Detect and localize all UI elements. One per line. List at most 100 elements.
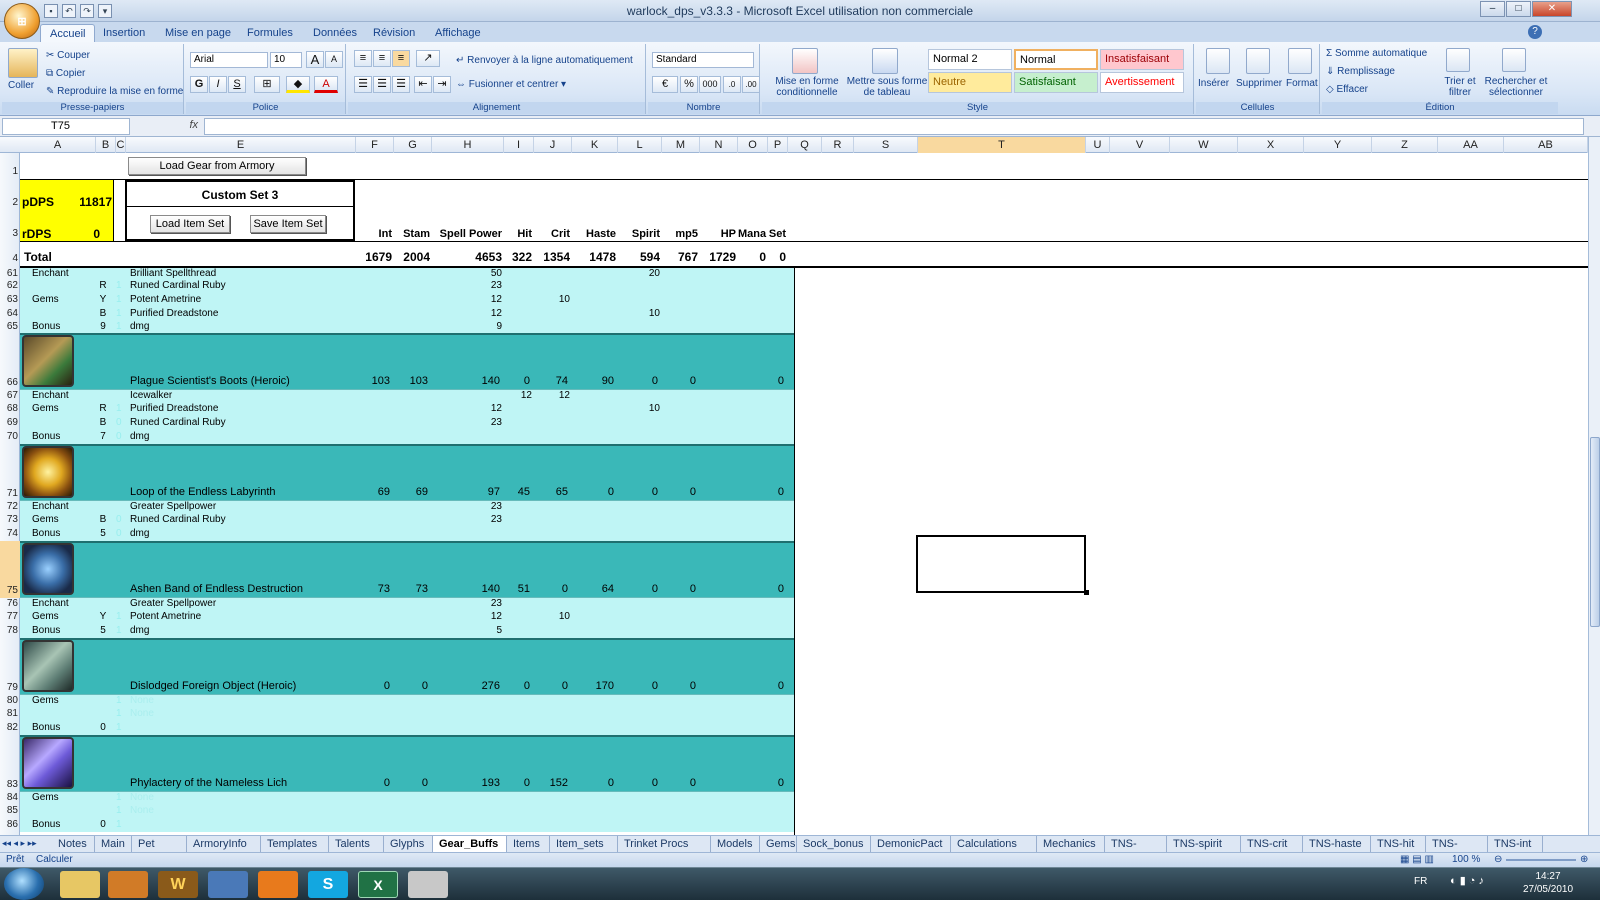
cell-e[interactable]: Runed Cardinal Ruby [130,280,354,291]
conditional-format-button[interactable]: Mise en forme conditionnelle [766,76,848,98]
cell-b[interactable]: Y [96,294,110,305]
cell-e[interactable]: Purified Dreadstone [130,403,354,414]
paste-button[interactable]: Coller [8,80,34,91]
cell-h[interactable]: 12 [436,308,502,319]
align-right-icon[interactable]: ☰ [392,76,410,93]
total-stam[interactable]: 2004 [394,250,430,264]
load-armory-button[interactable]: Load Gear from Armory [128,157,306,175]
cell-e[interactable]: dmg [130,528,354,539]
sheet-tab-gear-buffs[interactable]: Gear_Buffs [433,836,507,852]
cell-c[interactable]: 1 [116,321,122,332]
pdps-value[interactable]: 11817 [70,195,112,209]
status-calc[interactable]: Calculer [36,854,73,865]
total-crit[interactable]: 1354 [534,250,570,264]
item-stat-int[interactable]: 0 [356,777,390,789]
column-header-y[interactable]: Y [1304,137,1372,153]
column-header-c[interactable]: C [116,137,126,153]
cell-a[interactable]: Gems [24,695,94,706]
sort-filter-icon[interactable] [1446,48,1470,72]
tab-insertion[interactable]: Insertion [94,24,154,42]
sheet-tab-main[interactable]: Main [95,836,132,852]
format-cells-icon[interactable] [1288,48,1312,74]
style-normal-2[interactable]: Normal 2 [928,49,1012,70]
find-select-button[interactable]: Rechercher et sélectionner [1480,76,1552,98]
clock-date[interactable]: 27/05/2010 [1518,884,1578,895]
cell-a[interactable]: Bonus [24,321,94,332]
style-avertissement[interactable]: Avertissement [1100,72,1184,93]
cell-h[interactable]: 23 [436,501,502,512]
item-stat-hit[interactable]: 0 [504,777,530,789]
customize-icon[interactable]: ▾ [98,4,112,18]
undo-icon[interactable]: ↶ [62,4,76,18]
zoom-level[interactable]: 100 % [1452,854,1480,865]
cell-a[interactable]: Bonus [24,528,94,539]
grow-font-button[interactable]: A [306,51,324,68]
item-stat-int[interactable]: 103 [356,375,390,387]
boots-icon[interactable] [22,335,74,387]
column-header-x[interactable]: X [1238,137,1304,153]
cell-a[interactable]: Gems [24,294,94,305]
cell-b[interactable]: B [96,514,110,525]
sheet-tab-sock-bonus[interactable]: Sock_bonus [797,836,871,852]
cell-j[interactable]: 12 [538,390,570,401]
orientation-icon[interactable]: ↗ [416,50,440,67]
cell-e[interactable]: Potent Ametrine [130,611,354,622]
cell-h[interactable]: 9 [436,321,502,332]
column-header-p[interactable]: P [768,137,788,153]
cell-a[interactable]: Enchant [24,268,94,279]
cell-l[interactable]: 10 [622,403,660,414]
cell-c[interactable]: 1 [116,708,122,719]
item-stat-hit[interactable]: 45 [504,486,530,498]
column-header-z[interactable]: Z [1372,137,1438,153]
sheet-tab-tns-crit[interactable]: TNS-crit [1241,836,1303,852]
item-stat-stam[interactable]: 0 [394,680,428,692]
column-header-o[interactable]: O [738,137,768,153]
gamepad-icon[interactable] [208,871,248,898]
rdps-value[interactable]: 0 [70,227,100,241]
bold-button[interactable]: G [190,76,208,93]
cell-e[interactable]: Runed Cardinal Ruby [130,417,354,428]
item-stat-hit[interactable]: 0 [504,375,530,387]
item-stat-haste[interactable]: 90 [572,375,614,387]
column-header-a[interactable]: A [20,137,96,153]
cell-a[interactable]: Enchant [24,501,94,512]
sort-filter-button[interactable]: Trier et filtrer [1440,76,1480,98]
cell-b[interactable]: 0 [96,819,110,830]
fill-button[interactable]: ⇓ Remplissage [1326,66,1395,77]
item-stat-mp5[interactable]: 0 [662,486,696,498]
sheet-tab-gems[interactable]: Gems [760,836,797,852]
close-button[interactable]: ✕ [1532,1,1572,17]
zoom-slider[interactable] [1506,859,1576,861]
merge-center-button[interactable]: ⇔ Fusionner et centrer ▾ [456,79,566,90]
item-stat-haste[interactable]: 0 [572,486,614,498]
style-normal[interactable]: Normal [1014,49,1098,70]
cell-a[interactable]: Enchant [24,390,94,401]
item-stat-stam[interactable]: 103 [394,375,428,387]
item-stat-stam[interactable]: 0 [394,777,428,789]
item-stat-haste[interactable]: 170 [572,680,614,692]
item-stat-mp5[interactable]: 0 [662,583,696,595]
sheet-tab-calculations[interactable]: Calculations [951,836,1037,852]
total-haste[interactable]: 1478 [572,250,616,264]
cell-b[interactable]: 0 [96,722,110,733]
item-stat-mp5[interactable]: 0 [662,777,696,789]
item-stat-haste[interactable]: 0 [572,777,614,789]
column-header-m[interactable]: M [662,137,700,153]
sheet-tab-pet-dps[interactable]: Pet DPS [132,836,187,866]
item-stat-hit[interactable]: 51 [504,583,530,595]
sheet-tab-items[interactable]: Items [507,836,550,852]
increase-decimal-icon[interactable]: .0 [723,76,741,93]
insert-button[interactable]: Insérer [1198,78,1229,89]
column-header-l[interactable]: L [618,137,662,153]
column-header-k[interactable]: K [572,137,618,153]
cell-b[interactable]: B [96,417,110,428]
worksheet-grid[interactable]: Load Gear from Armory pDPS 11817 rDPS 0 … [0,153,1588,835]
font-family-select[interactable]: Arial [190,52,268,68]
cell-a[interactable]: Gems [24,403,94,414]
scrollbar-thumb[interactable] [1590,437,1600,627]
table-format-button[interactable]: Mettre sous forme de tableau [846,76,928,98]
redo-icon[interactable]: ↷ [80,4,94,18]
sheet-tab-item-sets[interactable]: Item_sets [550,836,618,852]
vertical-scrollbar[interactable] [1588,137,1600,835]
sheet-tab-tns-spirit[interactable]: TNS-spirit [1167,836,1241,852]
